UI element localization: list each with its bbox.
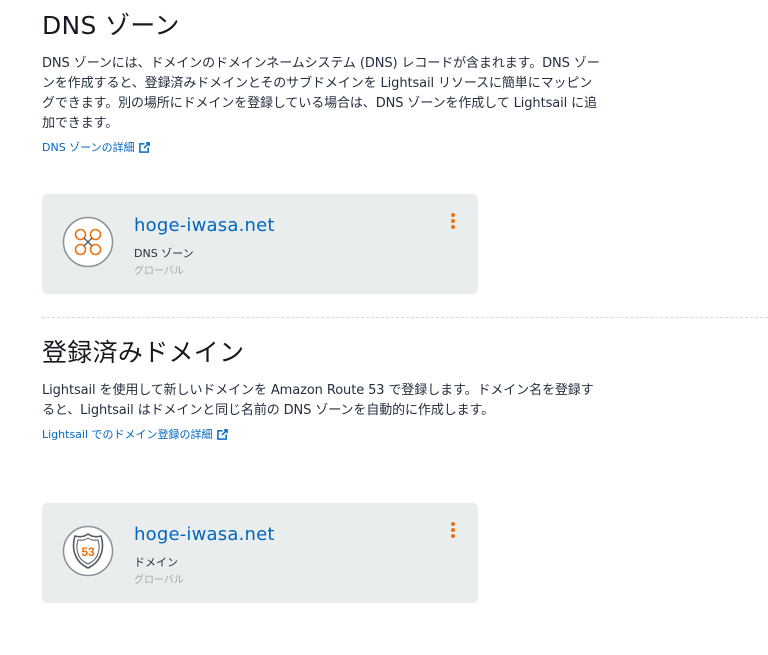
dns-zones-description: DNS ゾーンには、ドメインのドメインネームシステム (DNS) レコードが含ま… xyxy=(42,56,600,131)
dns-zone-type-label: DNS ゾーン xyxy=(134,247,194,260)
registered-domain-region-label: グローバル xyxy=(134,575,184,586)
registered-domains-heading: 登録済みドメイン xyxy=(42,338,245,367)
registered-domain-name-link[interactable]: hoge-iwasa.net xyxy=(134,524,275,545)
route53-badge-text: 53 xyxy=(81,545,95,559)
dns-zone-name-link[interactable]: hoge-iwasa.net xyxy=(134,215,275,236)
domains-networking-page: DNS ゾーン DNS ゾーンには、ドメインのドメインネームシステム (DNS)… xyxy=(0,0,768,655)
kebab-menu-icon[interactable] xyxy=(446,521,460,541)
dns-zone-card[interactable]: hoge-iwasa.net DNS ゾーン グローバル xyxy=(42,194,478,294)
registered-domains-learn-more-link[interactable]: Lightsail でのドメイン登録の詳細 xyxy=(42,426,228,442)
registered-domains-learn-more-label: Lightsail でのドメイン登録の詳細 xyxy=(42,428,213,441)
registered-domains-section: 登録済みドメイン Lightsail を使用して新しいドメインを Amazon … xyxy=(42,337,622,603)
dns-zones-section: DNS ゾーン DNS ゾーンには、ドメインのドメインネームシステム (DNS)… xyxy=(42,10,622,294)
dns-zone-icon xyxy=(62,216,114,268)
route53-shield-icon: 53 xyxy=(62,525,114,577)
registered-domain-type-label: ドメイン xyxy=(134,556,178,569)
dns-zone-region-label: グローバル xyxy=(134,266,184,277)
kebab-menu-icon[interactable] xyxy=(446,212,460,232)
external-link-icon xyxy=(138,141,150,153)
dns-zones-learn-more-link[interactable]: DNS ゾーンの詳細 xyxy=(42,139,150,155)
dns-zones-heading: DNS ゾーン xyxy=(42,11,180,40)
dns-zones-learn-more-label: DNS ゾーンの詳細 xyxy=(42,141,135,154)
registered-domain-card[interactable]: 53 hoge-iwasa.net ドメイン グローバル xyxy=(42,503,478,603)
registered-domains-description: Lightsail を使用して新しいドメインを Amazon Route 53 … xyxy=(42,383,594,418)
external-link-icon xyxy=(216,428,228,440)
section-divider xyxy=(42,317,768,318)
